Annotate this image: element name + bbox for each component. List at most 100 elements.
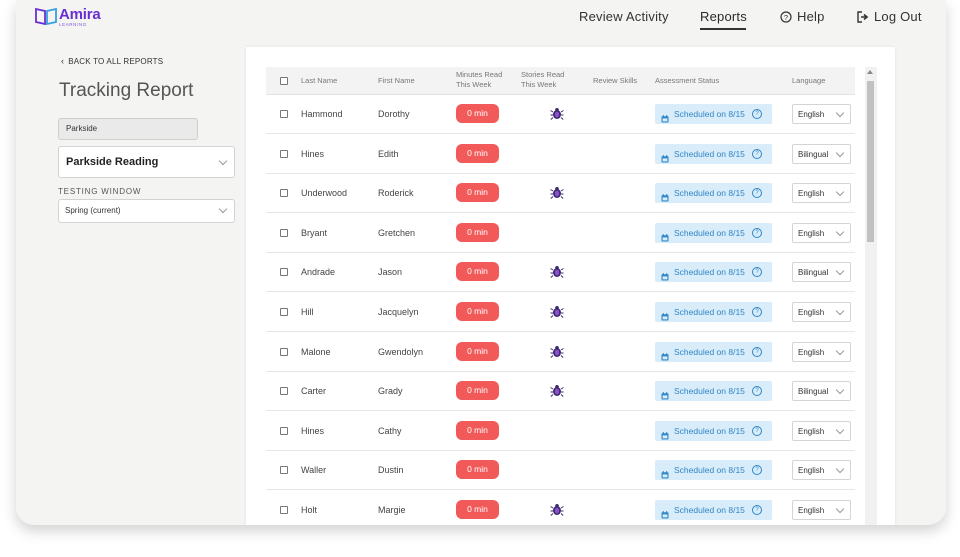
question-circle-icon[interactable]: ? — [752, 307, 762, 317]
testing-window-select[interactable]: Spring (current) — [58, 199, 235, 223]
row-checkbox[interactable] — [280, 308, 288, 316]
last-name-cell: Hines — [301, 425, 325, 436]
assessment-status-text: Scheduled on 8/15 — [674, 227, 745, 238]
assessment-status-badge[interactable]: Scheduled on 8/15? — [655, 460, 772, 481]
table-row[interactable]: Bryant Gretchen 0 min Scheduled on 8/15? Eng… — [266, 213, 855, 253]
language-select[interactable]: Bilingual — [792, 381, 851, 402]
assessment-status-badge[interactable]: Scheduled on 8/15? — [655, 222, 772, 243]
assessment-status-badge[interactable]: Scheduled on 8/15? — [655, 341, 772, 362]
language-select[interactable]: English — [792, 183, 851, 204]
scrollbar-thumb[interactable] — [867, 81, 874, 242]
table-row[interactable]: Hammond Dorothy 0 min Scheduled on 8/15? Eng… — [266, 94, 855, 134]
first-name-cell: Roderick — [378, 188, 414, 199]
assessment-status-badge[interactable]: Scheduled on 8/15? — [655, 104, 772, 124]
language-select[interactable]: English — [792, 222, 851, 243]
assessment-status-badge[interactable]: Scheduled on 8/15? — [655, 262, 772, 283]
question-circle-icon[interactable]: ? — [752, 425, 762, 436]
col-minutes-read[interactable]: Minutes Read This Week — [456, 70, 502, 90]
row-checkbox[interactable] — [280, 189, 288, 198]
minutes-read-pill: 0 min — [456, 222, 499, 242]
minutes-read-pill: 0 min — [456, 302, 499, 321]
last-name-cell: Hill — [301, 307, 314, 317]
assessment-status-badge[interactable]: Scheduled on 8/15? — [655, 183, 772, 204]
col-stories-read[interactable]: Stories Read This Week — [521, 70, 564, 90]
language-select-value: English — [798, 347, 825, 357]
calendar-icon — [661, 189, 669, 207]
bug-icon[interactable] — [550, 107, 564, 125]
nav-help[interactable]: ? Help — [780, 9, 825, 24]
chevron-down-icon — [835, 504, 845, 514]
language-select[interactable]: English — [792, 302, 851, 322]
col-first-name[interactable]: First Name — [378, 76, 415, 86]
question-circle-icon[interactable]: ? — [752, 465, 762, 476]
bug-icon[interactable] — [550, 265, 564, 283]
back-to-reports-link[interactable]: ‹ BACK TO ALL REPORTS — [61, 56, 163, 66]
row-checkbox[interactable] — [280, 228, 288, 237]
assessment-status-badge[interactable]: Scheduled on 8/15? — [655, 420, 772, 441]
col-assessment-status[interactable]: Assessment Status — [655, 76, 719, 86]
last-name-cell: Hammond — [301, 109, 343, 119]
language-select[interactable]: English — [792, 341, 851, 362]
bug-icon[interactable] — [550, 186, 564, 204]
bug-icon[interactable] — [550, 305, 564, 323]
table-row[interactable]: Carter Grady 0 min Scheduled on 8/15? Biling… — [266, 371, 855, 412]
table-row[interactable]: Hines Edith 0 min Scheduled on 8/15? Bilingu… — [266, 134, 855, 174]
amira-logo[interactable]: Amira LEARNING — [35, 7, 101, 28]
table-row[interactable]: Malone Gwendolyn 0 min Scheduled on 8/15? En… — [266, 332, 855, 372]
language-select[interactable]: English — [792, 500, 851, 520]
assessment-status-badge[interactable]: Scheduled on 8/15? — [655, 143, 772, 164]
chevron-down-icon — [835, 108, 845, 118]
question-circle-icon[interactable]: ? — [752, 148, 762, 159]
first-name-cell: Jason — [378, 267, 403, 278]
table-row[interactable]: Holt Margie 0 min Scheduled on 8/15? English — [266, 490, 855, 525]
col-last-name[interactable]: Last Name — [301, 76, 337, 86]
row-checkbox[interactable] — [280, 426, 288, 435]
question-circle-icon[interactable]: ? — [752, 109, 762, 119]
assessment-status-badge[interactable]: Scheduled on 8/15? — [655, 302, 772, 322]
nav-reports[interactable]: Reports — [700, 9, 747, 24]
question-circle-icon[interactable]: ? — [752, 227, 762, 238]
question-circle-icon[interactable]: ? — [752, 188, 762, 199]
row-checkbox[interactable] — [280, 387, 288, 396]
language-select[interactable]: English — [792, 104, 851, 124]
table-row[interactable]: Underwood Roderick 0 min Scheduled on 8/15?… — [266, 173, 855, 214]
class-select[interactable]: Parkside Reading — [58, 146, 235, 178]
col-review-skills[interactable]: Review Skills — [593, 76, 637, 86]
row-checkbox[interactable] — [280, 268, 288, 277]
table-row[interactable]: Andrade Jason 0 min Scheduled on 8/15? Bilin… — [266, 252, 855, 293]
question-circle-icon[interactable]: ? — [752, 505, 762, 515]
table-row[interactable]: Waller Dustin 0 min Scheduled on 8/15? Engli… — [266, 450, 855, 491]
school-field[interactable]: Parkside — [58, 118, 198, 140]
nav-logout[interactable]: Log Out — [857, 9, 922, 24]
language-select[interactable]: Bilingual — [792, 262, 851, 283]
language-select-value: Bilingual — [798, 149, 829, 159]
language-select-value: English — [798, 466, 825, 476]
language-select[interactable]: English — [792, 460, 851, 481]
row-checkbox[interactable] — [280, 506, 288, 514]
question-circle-icon[interactable]: ? — [752, 346, 762, 357]
minutes-read-pill: 0 min — [456, 460, 499, 480]
scroll-up-arrow-icon[interactable] — [867, 70, 873, 74]
bug-icon[interactable] — [550, 503, 564, 521]
question-circle-icon[interactable]: ? — [752, 386, 762, 397]
language-select[interactable]: Bilingual — [792, 143, 851, 164]
row-checkbox[interactable] — [280, 347, 288, 356]
bug-icon[interactable] — [550, 384, 564, 402]
question-circle-icon[interactable]: ? — [752, 267, 762, 278]
assessment-status-badge[interactable]: Scheduled on 8/15? — [655, 500, 772, 520]
table-row[interactable]: Hill Jacquelyn 0 min Scheduled on 8/15? Engl… — [266, 292, 855, 332]
col-stories-read-line2: This Week — [521, 80, 557, 89]
col-language[interactable]: Language — [792, 76, 825, 86]
row-checkbox[interactable] — [280, 466, 288, 475]
testing-window-label: TESTING WINDOW — [58, 187, 142, 196]
nav-review-activity[interactable]: Review Activity — [579, 9, 669, 24]
chevron-down-icon — [218, 204, 228, 214]
select-all-checkbox[interactable] — [280, 77, 288, 85]
row-checkbox[interactable] — [280, 110, 288, 118]
assessment-status-badge[interactable]: Scheduled on 8/15? — [655, 381, 772, 402]
table-row[interactable]: Hines Cathy 0 min Scheduled on 8/15? English — [266, 411, 855, 451]
language-select[interactable]: English — [792, 420, 851, 441]
row-checkbox[interactable] — [280, 149, 288, 158]
assessment-status-text: Scheduled on 8/15 — [674, 148, 745, 159]
bug-icon[interactable] — [550, 345, 564, 363]
